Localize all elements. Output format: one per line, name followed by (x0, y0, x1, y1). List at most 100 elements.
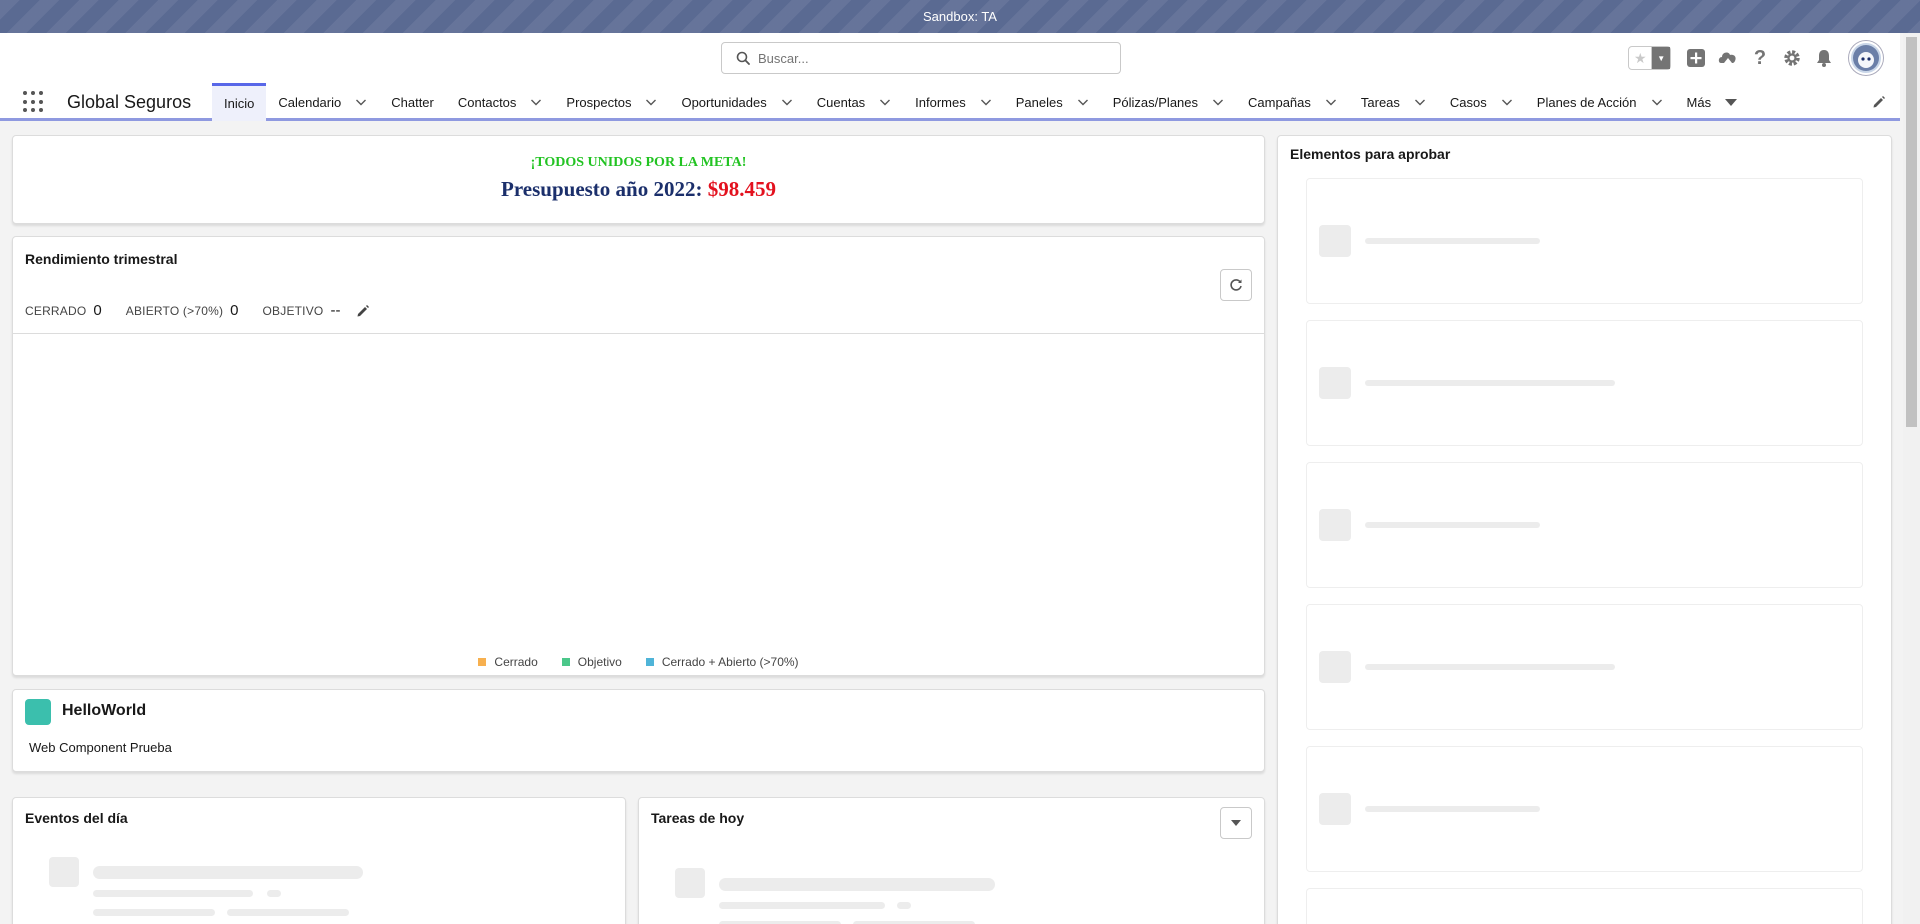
tasks-title: Tareas de hoy (651, 810, 745, 826)
sandbox-banner: Sandbox: TA (0, 0, 1920, 33)
metric-goal-value: -- (330, 302, 341, 319)
chevron-down-icon[interactable] (1325, 96, 1337, 108)
nav-item-label: Cuentas (816, 94, 866, 110)
nav-item-informes[interactable]: Informes (903, 83, 1004, 121)
chart-legend: Cerrado Objetivo Cerrado + Abierto (>70%… (13, 655, 1264, 669)
metric-closed-label: CERRADO (25, 303, 87, 318)
approval-item-skeleton (1306, 178, 1863, 304)
metric-closed-value: 0 (93, 302, 102, 319)
todays-events-card: Eventos del día (12, 797, 626, 924)
budget-value: $98.459 (707, 177, 776, 201)
nav-item-oportunidades[interactable]: Oportunidades (669, 83, 804, 121)
helloworld-body: Web Component Prueba (29, 740, 172, 755)
nav-item-mas[interactable]: Más (1675, 83, 1750, 121)
approvals-title: Elementos para aprobar (1290, 146, 1451, 162)
nav-item-label: Prospectos (566, 94, 632, 110)
performance-chart-area (13, 334, 1264, 654)
page-scrollbar[interactable] (1903, 33, 1920, 924)
nav-item-label: Planes de Acción (1536, 94, 1637, 110)
nav-item-tareas[interactable]: Tareas (1349, 83, 1438, 121)
nav-item-paneles[interactable]: Paneles (1004, 83, 1101, 121)
chevron-down-icon[interactable] (781, 96, 793, 108)
favorites-dropdown-icon[interactable]: ▼ (1652, 47, 1670, 69)
chevron-down-icon[interactable] (1651, 96, 1663, 108)
legend-swatch-closed-open (645, 658, 654, 666)
nav-item-planes-de-accion[interactable]: Planes de Acción (1525, 83, 1675, 121)
nav-item-polizas-planes[interactable]: Pólizas/Planes (1101, 83, 1236, 121)
favorites-group: ★ ▼ (1628, 46, 1671, 70)
metric-goal-label: OBJETIVO (262, 303, 324, 318)
loading-skeleton (93, 866, 363, 879)
refresh-button[interactable] (1220, 269, 1252, 301)
chevron-down-icon[interactable] (1501, 96, 1513, 108)
loading-skeleton (93, 909, 215, 916)
loading-skeleton (1319, 651, 1351, 683)
global-actions-plus-icon[interactable] (1685, 47, 1707, 69)
edit-nav-pencil-icon[interactable] (1872, 95, 1886, 109)
loading-skeleton (1365, 380, 1615, 386)
search-input[interactable] (758, 50, 1098, 66)
loading-skeleton (227, 909, 349, 916)
metric-open-label: ABIERTO (>70%) (125, 303, 224, 318)
refresh-icon (1230, 279, 1242, 291)
banner-headline: ¡TODOS UNIDOS POR LA META! (530, 155, 747, 170)
quarterly-performance-card: Rendimiento trimestral CERRADO 0 ABIERTO… (12, 236, 1265, 676)
loading-skeleton (1319, 793, 1351, 825)
trailhead-icon[interactable] (1717, 47, 1739, 69)
chevron-down-icon[interactable] (1414, 96, 1426, 108)
nav-item-contactos[interactable]: Contactos (446, 83, 555, 121)
legend-swatch-closed (478, 658, 487, 666)
app-name: Global Seguros (67, 92, 192, 112)
chevron-down-icon[interactable] (355, 96, 367, 108)
budget-banner-card: ¡TODOS UNIDOS POR LA META! Presupuesto a… (12, 135, 1265, 224)
nav-item-label: Chatter (391, 94, 434, 110)
loading-skeleton (675, 868, 705, 898)
tasks-filter-dropdown-button[interactable] (1220, 807, 1252, 839)
items-to-approve-card: Elementos para aprobar (1277, 135, 1892, 924)
notifications-bell-icon[interactable] (1813, 47, 1835, 69)
loading-skeleton (719, 878, 995, 891)
chevron-down-icon[interactable] (530, 96, 542, 108)
favorites-star-icon[interactable]: ★ (1629, 47, 1653, 69)
loading-skeleton (267, 890, 281, 897)
nav-item-campanas[interactable]: Campañas (1236, 83, 1349, 121)
loading-skeleton (1365, 238, 1540, 244)
chevron-down-icon[interactable] (879, 96, 891, 108)
nav-item-cuentas[interactable]: Cuentas (805, 83, 903, 121)
chevron-down-icon[interactable] (1077, 96, 1089, 108)
chevron-down-icon[interactable] (1212, 96, 1224, 108)
nav-item-inicio[interactable]: Inicio (212, 83, 267, 121)
legend-label-closed: Cerrado (494, 655, 538, 669)
performance-title: Rendimiento trimestral (25, 251, 178, 267)
loading-skeleton (719, 902, 885, 909)
loading-skeleton (1319, 509, 1351, 541)
chevron-down-icon[interactable] (645, 96, 657, 108)
nav-item-label: Tareas (1360, 94, 1400, 110)
scrollbar-thumb[interactable] (1906, 37, 1917, 427)
legend-swatch-goal (561, 658, 570, 666)
edit-goal-pencil-icon[interactable] (356, 304, 370, 318)
app-launcher-icon[interactable] (23, 91, 45, 113)
legend-item-closed-open: Cerrado + Abierto (>70%) (645, 655, 799, 669)
search-icon (736, 51, 750, 65)
global-header: ★ ▼ ? (0, 33, 1900, 83)
component-icon (25, 699, 51, 725)
budget-label: Presupuesto año 2022: (501, 177, 708, 201)
chevron-down-icon[interactable] (980, 96, 992, 108)
setup-gear-icon[interactable] (1781, 47, 1803, 69)
nav-item-label: Pólizas/Planes (1112, 94, 1199, 110)
loading-skeleton (49, 857, 79, 887)
more-caret-icon[interactable] (1725, 98, 1738, 106)
nav-item-casos[interactable]: Casos (1438, 83, 1525, 121)
avatar[interactable] (1849, 41, 1883, 75)
nav-item-label: Calendario (278, 94, 342, 110)
help-icon[interactable]: ? (1749, 47, 1771, 69)
global-search[interactable] (721, 42, 1121, 74)
nav-item-label: Casos (1449, 94, 1487, 110)
nav-item-label: Más (1686, 94, 1712, 110)
nav-item-label: Paneles (1015, 94, 1063, 110)
nav-item-calendario[interactable]: Calendario (266, 83, 379, 121)
nav-item-prospectos[interactable]: Prospectos (554, 83, 669, 121)
nav-item-chatter[interactable]: Chatter (379, 83, 446, 121)
loading-skeleton (1365, 806, 1540, 812)
